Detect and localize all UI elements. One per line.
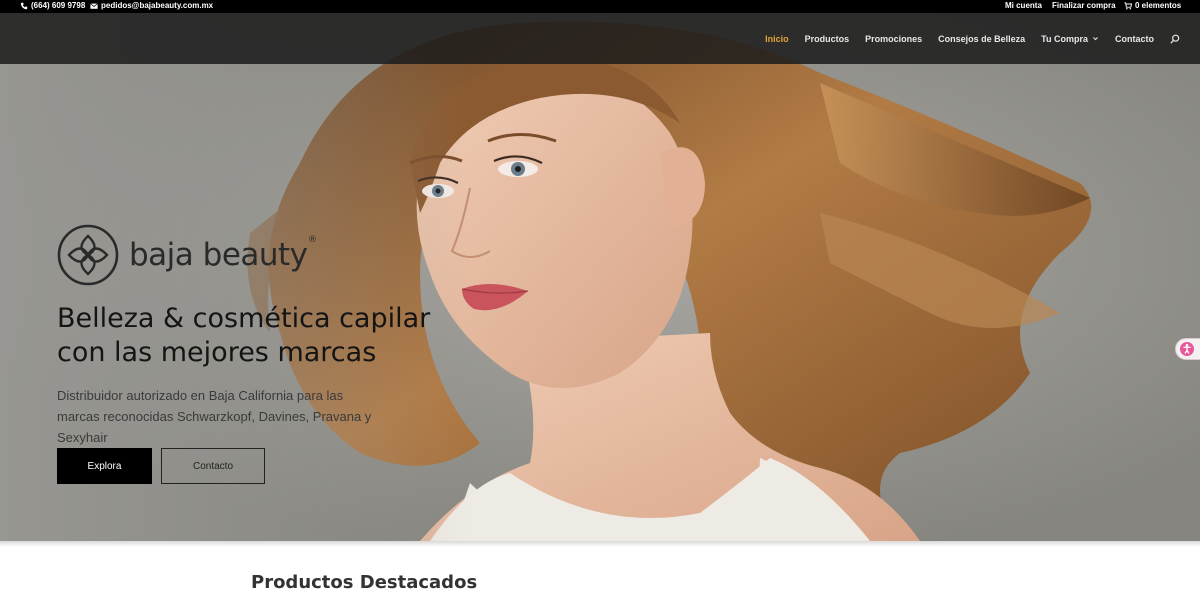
nav-item-label: Consejos de Belleza: [938, 33, 1026, 44]
chevron-down-icon: [1093, 37, 1098, 41]
registered-mark: ®: [308, 235, 317, 245]
main-nav: Inicio Productos Promociones Consejos de…: [765, 13, 1200, 64]
nav-item-label: Promociones: [865, 33, 923, 44]
nav-item-promociones[interactable]: Promociones: [865, 34, 922, 44]
cart-link[interactable]: 0 elementos: [1124, 1, 1181, 11]
contact-button[interactable]: Contacto: [161, 448, 265, 484]
hero-headline-line2: con las mejores marcas: [57, 337, 377, 368]
phone-number: (664) 609 9798: [31, 1, 86, 10]
logo-mark-icon: [57, 224, 119, 286]
phone-icon: [20, 2, 28, 10]
brand-logo: baja beauty ®: [57, 224, 317, 286]
contact-button-label: Contacto: [192, 460, 234, 472]
checkout-link[interactable]: Finalizar compra: [1052, 1, 1116, 11]
top-contact-bar: (664) 609 9798 pedidos@bajabeauty.com.mx…: [0, 0, 1200, 13]
search-icon[interactable]: [1170, 34, 1180, 44]
nav-item-label: Contacto: [1115, 33, 1154, 44]
brand-name: baja beauty: [129, 237, 308, 273]
section-title: Productos Destacados: [251, 572, 478, 593]
phone-link[interactable]: (664) 609 9798: [20, 1, 85, 11]
checkout-label: Finalizar compra: [1052, 1, 1116, 10]
nav-item-label: Tu Compra: [1041, 33, 1088, 44]
accessibility-widget[interactable]: [1175, 338, 1200, 360]
envelope-icon: [90, 3, 98, 9]
accessibility-icon: [1180, 342, 1194, 356]
cart-count: 0 elementos: [1135, 1, 1182, 10]
my-account-label: Mi cuenta: [1005, 1, 1042, 10]
main-header: Inicio Productos Promociones Consejos de…: [0, 13, 1200, 64]
nav-item-label: Inicio: [765, 33, 789, 44]
hero-headline-line1: Belleza & cosmética capilar: [57, 303, 431, 334]
email-address: pedidos@bajabeauty.com.mx: [101, 1, 214, 10]
email-link[interactable]: pedidos@bajabeauty.com.mx: [90, 1, 213, 11]
brand-wordmark: baja beauty ®: [129, 235, 317, 273]
explore-button[interactable]: Explora: [57, 448, 152, 484]
my-account-link[interactable]: Mi cuenta: [1005, 1, 1042, 11]
cart-icon: [1124, 2, 1132, 10]
nav-item-productos[interactable]: Productos: [805, 34, 850, 44]
nav-item-contacto[interactable]: Contacto: [1115, 34, 1154, 44]
nav-item-consejos[interactable]: Consejos de Belleza: [938, 34, 1025, 44]
hero-subtext: Distribuidor autorizado en Baja Californ…: [57, 388, 372, 445]
nav-item-label: Productos: [804, 33, 850, 44]
explore-button-label: Explora: [87, 460, 122, 472]
hero-bottom-shadow: [0, 541, 1200, 547]
nav-item-tu-compra[interactable]: Tu Compra: [1041, 34, 1099, 44]
nav-item-inicio[interactable]: Inicio: [765, 34, 789, 44]
hero-headline: Belleza & cosmética capilar con las mejo…: [57, 302, 477, 370]
